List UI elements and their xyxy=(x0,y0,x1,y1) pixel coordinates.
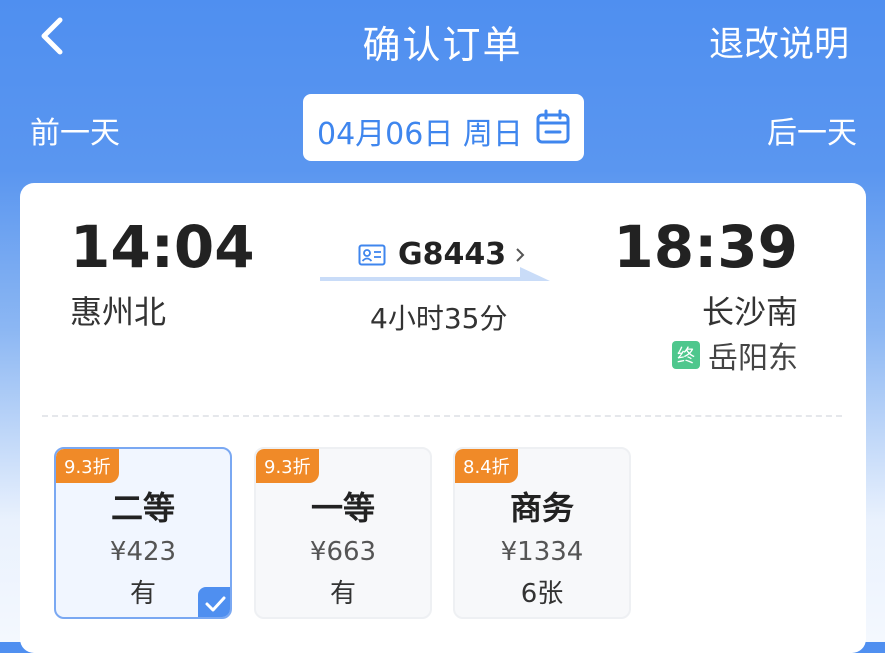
journey-arrow xyxy=(320,267,550,281)
discount-tag: 9.3折 xyxy=(56,449,119,483)
discount-tag: 9.3折 xyxy=(256,449,319,483)
refund-policy-link[interactable]: 退改说明 xyxy=(709,16,849,67)
seat-option-first-class[interactable]: 9.3折 一等 ¥663 有 xyxy=(254,447,432,619)
seat-availability: 有 xyxy=(329,579,356,609)
terminal-info: 终 岳阳东 xyxy=(672,333,798,377)
calendar-icon xyxy=(536,109,570,144)
seat-class-name: 二等 xyxy=(110,489,175,527)
selected-check-icon xyxy=(198,587,230,617)
seat-option-business-class[interactable]: 8.4折 商务 ¥1334 6张 xyxy=(453,447,631,619)
chevron-right-icon xyxy=(516,247,525,262)
seat-price: ¥423 xyxy=(109,537,177,567)
order-card: 14:04 惠州北 G8443 4小时35分 18:39 长沙南 终 岳阳东 9… xyxy=(20,183,866,653)
departure-station: 惠州北 xyxy=(70,293,167,331)
seat-option-second-class[interactable]: 9.3折 二等 ¥423 有 xyxy=(54,447,232,619)
seat-price: ¥1334 xyxy=(500,537,584,567)
seat-price: ¥663 xyxy=(309,537,377,567)
date-bar: 前一天 04月06日 周日 后一天 xyxy=(0,94,885,162)
next-day-button[interactable]: 后一天 xyxy=(767,108,857,152)
terminal-station: 岳阳东 xyxy=(708,341,798,376)
discount-tag: 8.4折 xyxy=(455,449,518,483)
prev-day-button[interactable]: 前一天 xyxy=(30,108,120,152)
top-bar: 确认订单 退改说明 xyxy=(0,0,885,80)
arrival-station: 长沙南 xyxy=(701,293,798,331)
selected-date: 04月06日 周日 xyxy=(317,117,523,152)
divider xyxy=(42,415,842,417)
date-picker[interactable]: 04月06日 周日 xyxy=(303,94,584,161)
seat-class-name: 一等 xyxy=(310,489,375,527)
departure-time: 14:04 xyxy=(70,213,255,281)
terminal-badge: 终 xyxy=(672,341,700,369)
arrival-time: 18:39 xyxy=(613,213,798,281)
seat-class-name: 商务 xyxy=(509,489,574,527)
id-card-icon xyxy=(358,244,386,265)
seat-availability: 6张 xyxy=(520,579,564,609)
trip-duration: 4小时35分 xyxy=(370,302,508,335)
